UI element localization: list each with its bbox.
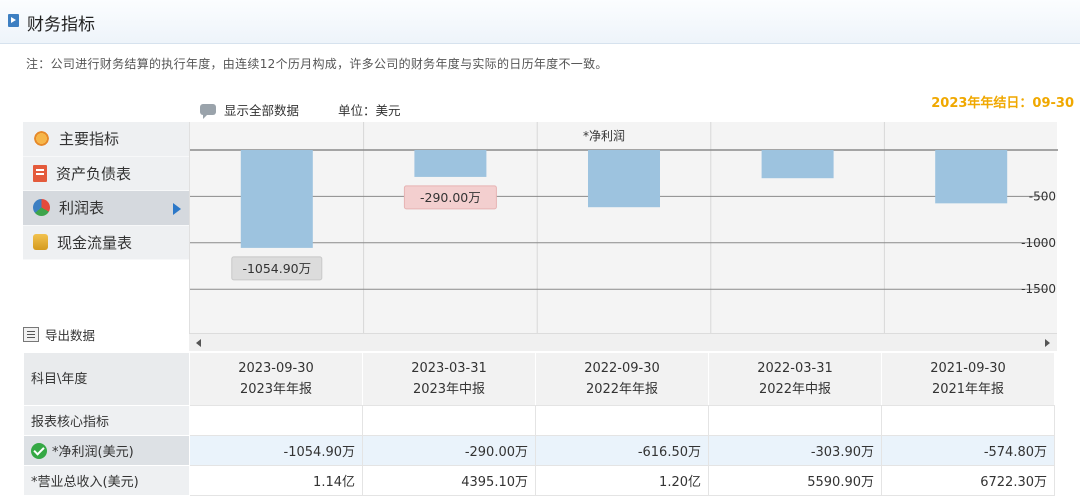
document-icon [33,164,47,182]
data-label: -1054.90万 [242,261,311,276]
scroll-right-icon[interactable] [1045,339,1050,347]
scroll-left-icon[interactable] [196,339,201,347]
row-label: *营业总收入(美元) [23,465,190,496]
column-report-type: 2022年中报 [758,382,832,397]
table-cell: -1054.90万 [189,435,363,466]
section-label: 报表核心指标 [23,405,190,436]
gear-icon [33,130,50,148]
column-date: 2023-09-30 [238,361,314,376]
export-data-label: 导出数据 [45,328,96,343]
data-label: -290.00万 [420,190,481,205]
export-data-button[interactable]: 导出数据 [23,325,95,344]
unit-label: 单位：美元 [338,103,401,118]
table-cell: -290.00万 [362,435,536,466]
show-all-data-label: 显示全部数据 [224,103,300,118]
y-tick-label: -500 [1029,189,1056,203]
y-tick-label: -1500 [1021,282,1056,296]
table-corner-label: 科目\年度 [23,352,190,406]
show-all-data-link[interactable]: 显示全部数据 [200,100,299,119]
table-cell: 6722.30万 [881,465,1055,496]
row-label: *净利润(美元) [23,435,190,466]
chart-scrollbar[interactable] [189,333,1057,351]
table-cell: 4395.10万 [362,465,536,496]
row-label-text: *净利润(美元) [52,445,134,460]
menu-item-income-statement[interactable]: 利润表 [23,191,189,226]
table-cell [881,405,1055,436]
chart-svg: -500 -1000 -1500 *净利润 -1054.90万 -290.00万 [190,122,1058,333]
net-profit-chart: -500 -1000 -1500 *净利润 -1054.90万 -290.00万 [189,122,1058,351]
page-title: 财务指标 [27,15,95,35]
table-cell: 5590.90万 [708,465,882,496]
table-row-net-profit[interactable]: *净利润(美元) -1054.90万 -290.00万 -616.50万 -30… [23,435,1055,466]
table-cell [535,405,709,436]
section-arrow-icon [8,14,19,27]
table-cell: -303.90万 [708,435,882,466]
menu-item-key-indicators[interactable]: 主要指标 [23,122,189,157]
column-date: 2022-03-31 [757,361,833,376]
column-header[interactable]: 2021-09-30 2021年年报 [881,352,1055,406]
table-row-total-revenue[interactable]: *营业总收入(美元) 1.14亿 4395.10万 1.20亿 5590.90万… [23,465,1055,496]
menu-item-label: 利润表 [59,199,105,218]
column-date: 2022-09-30 [584,361,660,376]
coins-icon [33,234,48,251]
table-cell [189,405,363,436]
table-cell: 1.14亿 [189,465,363,496]
check-circle-icon [31,443,47,459]
bar [414,150,487,177]
table-header-row: 科目\年度 2023-09-30 2023年年报 2023-03-31 2023年中… [23,352,1055,406]
column-report-type: 2023年年报 [239,382,313,397]
pie-chart-icon [33,199,50,217]
menu-item-cash-flow[interactable]: 现金流量表 [23,225,189,260]
year-end-date: 2023年年结日：09-30 [931,96,1074,111]
menu-item-label: 资产负债表 [56,164,132,183]
statement-menu: 主要指标 资产负债表 利润表 现金流量表 [23,122,189,260]
column-date: 2023-03-31 [411,361,487,376]
column-report-type: 2023年中报 [412,382,486,397]
bar [935,150,1008,204]
table-cell: -574.80万 [881,435,1055,466]
column-header[interactable]: 2022-03-31 2022年中报 [708,352,882,406]
chart-title: *净利润 [583,129,625,143]
column-report-type: 2022年年报 [585,382,659,397]
title-bar: 财务指标 [0,0,1080,44]
table-cell [708,405,882,436]
table-cell [362,405,536,436]
bar [761,150,834,179]
y-tick-label: -1000 [1021,236,1056,250]
active-arrow-icon [173,203,181,215]
table-section-row: 报表核心指标 [23,405,1055,436]
column-date: 2021-09-30 [930,361,1006,376]
financial-table: 科目\年度 2023-09-30 2023年年报 2023-03-31 2023年中… [23,352,1055,496]
column-header[interactable]: 2023-03-31 2023年中报 [362,352,536,406]
bar [588,150,660,208]
column-header[interactable]: 2022-09-30 2022年年报 [535,352,709,406]
column-report-type: 2021年年报 [931,382,1005,397]
menu-item-label: 主要指标 [59,130,120,149]
bar [240,150,313,248]
column-header[interactable]: 2023-09-30 2023年年报 [189,352,363,406]
menu-item-balance-sheet[interactable]: 资产负债表 [23,156,189,191]
fiscal-year-note: 注：公司进行财务结算的执行年度，由连续12个历月构成，许多公司的财务年度与实际的… [26,57,608,71]
comment-bubble-icon [200,104,216,119]
export-icon [23,327,39,342]
table-cell: -616.50万 [535,435,709,466]
menu-item-label: 现金流量表 [57,233,133,252]
table-cell: 1.20亿 [535,465,709,496]
